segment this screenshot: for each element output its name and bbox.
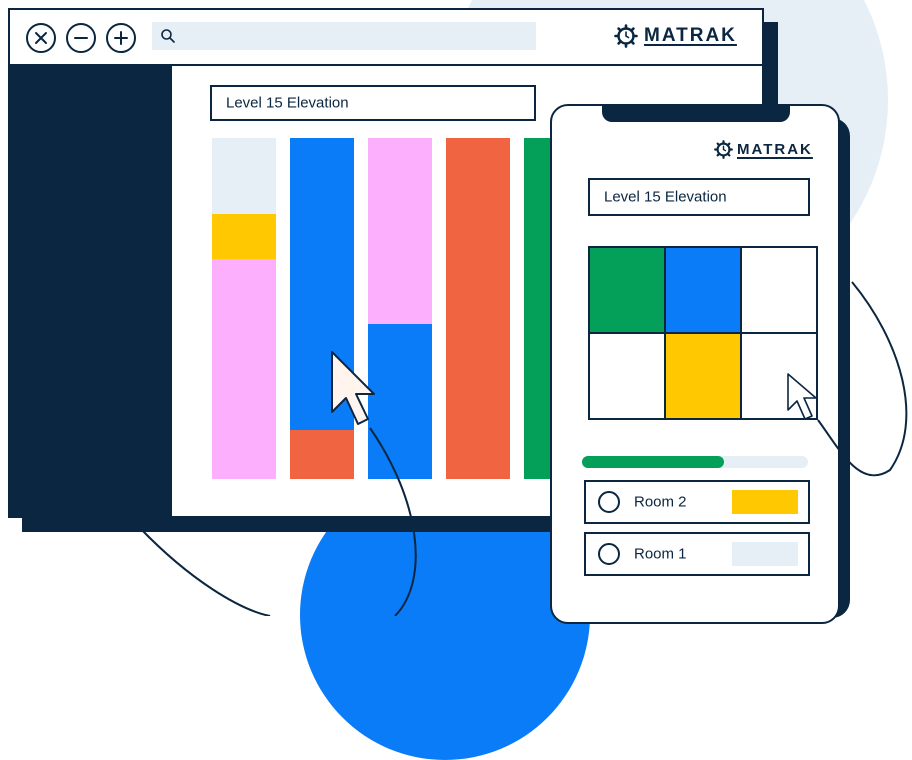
room-label: Room 1 [634,545,687,563]
curve-line [139,527,271,616]
phone-elevation-title-field[interactable]: Level 15 Elevation [588,178,810,216]
progress-bar [582,456,808,468]
phone-elevation-title-text: Level 15 Elevation [604,188,727,206]
phone-brand-logo: MATRAK [714,140,813,159]
phone-brand-name: MATRAK [737,141,813,158]
phone-notch [602,106,790,122]
curve-line [369,427,417,616]
gear-clock-icon [714,140,733,159]
progress-fill [582,456,725,468]
room-color-swatch [732,490,798,514]
grid-cell[interactable] [664,246,742,334]
room-radio[interactable] [598,543,620,565]
grid-cell[interactable] [588,332,666,420]
grid-cell[interactable] [588,246,666,334]
room-label: Room 2 [634,493,687,511]
phone-device: MATRAK Level 15 Elevation Room 2 Room 1 [550,104,840,624]
room-radio[interactable] [598,491,620,513]
room-color-swatch [732,542,798,566]
grid-cell[interactable] [664,332,742,420]
room-item-room-1[interactable]: Room 1 [584,532,810,576]
room-item-room-2[interactable]: Room 2 [584,480,810,524]
grid-cell[interactable] [740,246,818,334]
grid-cell[interactable] [740,332,818,420]
